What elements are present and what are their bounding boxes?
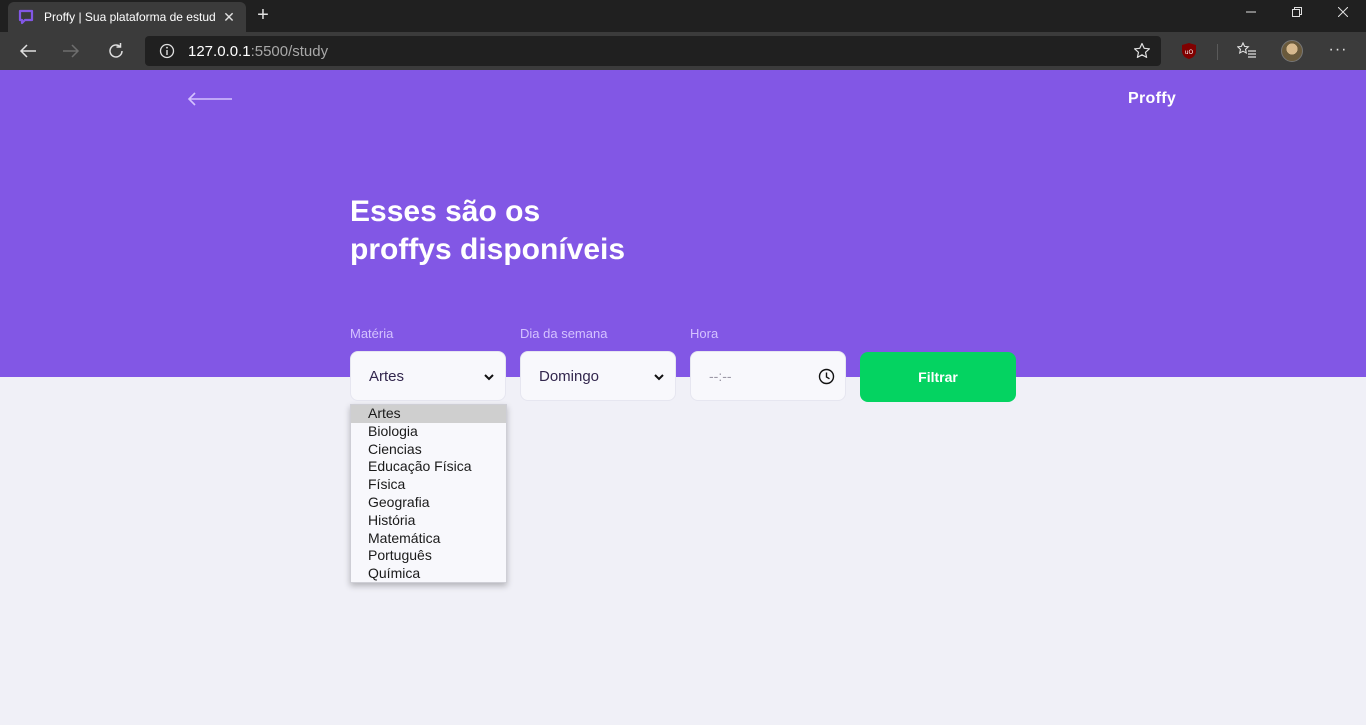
subject-select-value: Artes [369,367,405,385]
back-arrow-icon[interactable] [187,92,233,106]
tab-close-icon[interactable]: ✕ [220,9,238,26]
more-options-icon[interactable]: ··· [1328,40,1348,60]
clock-icon[interactable] [818,368,835,385]
proffy-favicon-icon [18,9,34,25]
ublock-extension-icon[interactable]: uO [1180,42,1198,60]
weekday-select[interactable]: Domingo [520,351,676,401]
subject-option[interactable]: Matemática [351,530,506,548]
browser-toolbar: 127.0.0.1:5500/study uO ··· [0,32,1366,70]
url-path: :5500/study [250,43,329,60]
subject-option[interactable]: Física [351,476,506,494]
profile-avatar[interactable] [1281,40,1303,62]
logo: Proffy [1128,90,1177,107]
subject-select[interactable]: Artes [350,351,506,401]
subject-label: Matéria [350,326,394,341]
browser-tab-bar: Proffy | Sua plataforma de estudos ✕ + [0,0,1366,32]
subject-option[interactable]: Geografia [351,494,506,512]
subject-option[interactable]: Artes [351,405,506,423]
close-window-button[interactable] [1320,0,1366,24]
forward-button[interactable] [57,37,85,65]
subject-option[interactable]: Ciencias [351,441,506,459]
window-controls [1228,0,1366,32]
weekday-select-value: Domingo [539,367,600,385]
url-text: 127.0.0.1:5500/study [188,43,328,60]
page-title-line1: Esses são os [350,195,541,228]
tab-title: Proffy | Sua plataforma de estudos [44,10,216,24]
time-input[interactable]: --:-- [690,351,846,401]
svg-text:uO: uO [1185,49,1194,56]
url-host: 127.0.0.1 [188,43,251,60]
subject-option[interactable]: Português [351,547,506,565]
back-button[interactable] [14,37,42,65]
filter-button[interactable]: Filtrar [860,352,1016,402]
info-icon[interactable] [159,43,175,59]
chevron-down-icon [483,370,495,382]
favorite-star-icon[interactable] [1133,42,1151,60]
weekday-label: Dia da semana [520,326,608,341]
subject-option[interactable]: Química [351,565,506,583]
time-label: Hora [690,326,719,341]
browser-tab[interactable]: Proffy | Sua plataforma de estudos ✕ [8,2,246,32]
toolbar-separator [1217,44,1218,60]
page-header: Proffy Esses são os proffys disponíveis … [0,70,1366,402]
chevron-down-icon [653,370,665,382]
subject-option[interactable]: História [351,512,506,530]
refresh-button[interactable] [102,37,130,65]
page-title: Esses são os proffys disponíveis [350,193,750,269]
restore-button[interactable] [1274,0,1320,24]
subject-dropdown-list: Artes Biologia Ciencias Educação Física Físi… [350,404,507,583]
subject-option[interactable]: Educação Física [351,458,506,476]
page-content: Proffy Esses são os proffys disponíveis … [0,70,1366,725]
subject-option[interactable]: Biologia [351,423,506,441]
address-bar[interactable]: 127.0.0.1:5500/study [145,36,1161,66]
minimize-button[interactable] [1228,0,1274,24]
time-input-placeholder: --:-- [709,368,732,384]
favorites-icon[interactable] [1236,41,1257,60]
page-title-line2: proffys disponíveis [350,233,626,266]
new-tab-button[interactable]: + [253,5,273,25]
